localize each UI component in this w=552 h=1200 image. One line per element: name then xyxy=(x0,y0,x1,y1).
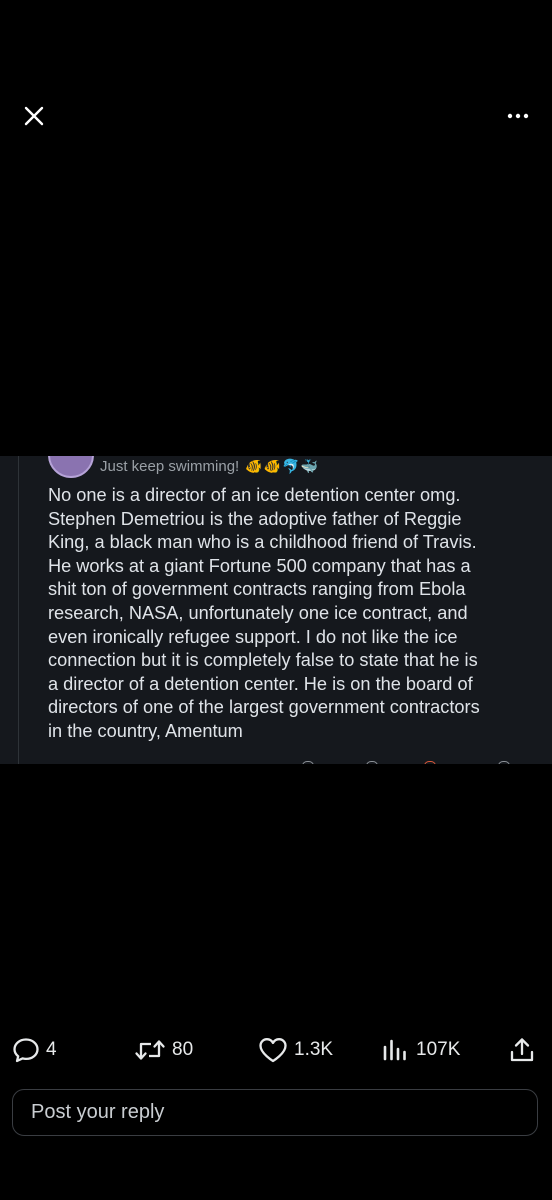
top-bar xyxy=(0,0,552,160)
reply-count: 4 xyxy=(46,1039,57,1060)
comment-body: No one is a director of an ice detention… xyxy=(48,485,480,741)
like-count: 1.3K xyxy=(294,1039,334,1060)
reply-icon xyxy=(13,1038,39,1063)
share-icon xyxy=(510,1038,534,1062)
username-text: Just keep swimming! xyxy=(100,458,240,475)
close-icon xyxy=(24,106,44,126)
repost-icon xyxy=(135,1040,165,1060)
share-button[interactable] xyxy=(508,1030,536,1070)
fish-emoji-icon: 🐠 xyxy=(245,458,263,474)
reply-box[interactable] xyxy=(12,1089,538,1136)
avatar xyxy=(48,456,94,478)
whale-emoji-icon: 🐳 xyxy=(300,458,318,474)
like-button[interactable]: 1.3K xyxy=(258,1030,333,1070)
bar-chart-icon xyxy=(383,1039,406,1061)
comment-username: Just keep swimming! 🐠 🐠 🐬 🐳 xyxy=(100,458,318,475)
action-bar: 4 80 1.3K 107K xyxy=(0,1030,552,1070)
views-button[interactable]: 107K xyxy=(382,1030,460,1070)
more-options-button[interactable] xyxy=(502,100,534,132)
more-horizontal-icon xyxy=(507,113,529,119)
cropped-comment-actions xyxy=(0,760,552,764)
post-image[interactable]: Just keep swimming! 🐠 🐠 🐬 🐳 No one is a … xyxy=(0,456,552,764)
username-emojis: 🐠 🐠 🐬 🐳 xyxy=(245,458,318,475)
heart-icon xyxy=(259,1038,287,1063)
repost-button[interactable]: 80 xyxy=(134,1030,193,1070)
reply-input[interactable] xyxy=(29,1100,537,1125)
reply-button[interactable]: 4 xyxy=(12,1030,57,1070)
dolphin-emoji-icon: 🐬 xyxy=(282,458,300,474)
thread-line xyxy=(18,456,19,764)
close-button[interactable] xyxy=(18,100,50,132)
view-count: 107K xyxy=(416,1039,461,1060)
fish-emoji-icon: 🐠 xyxy=(263,458,282,474)
repost-count: 80 xyxy=(172,1039,194,1060)
